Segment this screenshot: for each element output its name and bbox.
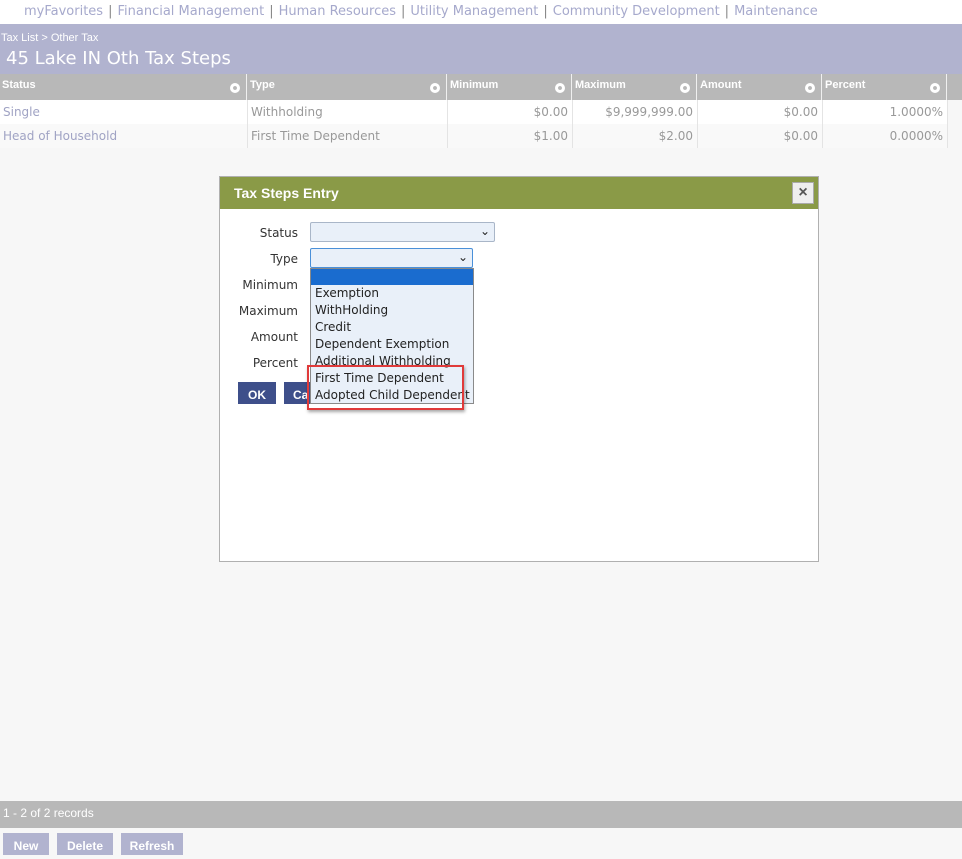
grid-header: Status Type Minimum Maximum Amount Perce… xyxy=(0,74,962,100)
type-select[interactable]: ⌄ xyxy=(310,248,473,268)
dropdown-option[interactable]: Exemption xyxy=(311,285,473,302)
cell-amount: $0.00 xyxy=(698,100,823,124)
highlight-box xyxy=(307,365,464,410)
column-header-amount[interactable]: Amount xyxy=(698,74,822,100)
nav-community-development[interactable]: Community Development xyxy=(553,4,720,19)
column-header-label: Percent xyxy=(825,79,866,91)
dropdown-option[interactable]: WithHolding xyxy=(311,302,473,319)
status-label: Status xyxy=(259,226,298,240)
percent-label: Percent xyxy=(252,356,298,370)
cell-status: Single xyxy=(0,100,248,124)
gear-icon[interactable] xyxy=(680,83,690,93)
column-header-percent[interactable]: Percent xyxy=(823,74,947,100)
nav-maintenance[interactable]: Maintenance xyxy=(734,4,818,19)
amount-label: Amount xyxy=(250,330,298,344)
gear-icon[interactable] xyxy=(555,83,565,93)
dialog-title: Tax Steps Entry xyxy=(234,185,339,201)
column-header-label: Amount xyxy=(700,79,742,91)
nav-myfavorites[interactable]: myFavorites xyxy=(24,4,103,19)
cell-amount: $0.00 xyxy=(698,124,823,148)
close-icon[interactable]: × xyxy=(792,182,814,204)
cell-status: Head of Household xyxy=(0,124,248,148)
top-navigation: myFavorites | Financial Management | Human R… xyxy=(0,0,962,24)
table-row[interactable]: Single Withholding $0.00 $9,999,999.00 $… xyxy=(0,100,948,124)
column-header-label: Status xyxy=(2,79,36,91)
page-title: 45 Lake IN Oth Tax Steps xyxy=(6,48,231,69)
cell-percent: 1.0000% xyxy=(823,100,948,124)
gear-icon[interactable] xyxy=(230,83,240,93)
column-header-label: Maximum xyxy=(575,79,626,91)
dropdown-option[interactable]: Dependent Exemption xyxy=(311,336,473,353)
nav-separator: | xyxy=(108,4,113,19)
chevron-down-icon: ⌄ xyxy=(457,250,468,264)
status-select[interactable]: ⌄ xyxy=(310,222,495,242)
breadcrumb[interactable]: Tax List > Other Tax xyxy=(1,32,98,44)
cell-type: Withholding xyxy=(248,100,448,124)
ok-button[interactable]: OK xyxy=(238,382,276,404)
column-header-label: Type xyxy=(250,79,275,91)
cell-percent: 0.0000% xyxy=(823,124,948,148)
cell-maximum: $2.00 xyxy=(573,124,698,148)
cell-type: First Time Dependent xyxy=(248,124,448,148)
nav-separator: | xyxy=(269,4,274,19)
nav-separator: | xyxy=(724,4,730,19)
dropdown-option[interactable]: Credit xyxy=(311,319,473,336)
cell-minimum: $1.00 xyxy=(448,124,573,148)
column-header-label: Minimum xyxy=(450,79,499,91)
nav-separator: | xyxy=(543,4,548,19)
record-count: 1 - 2 of 2 records xyxy=(3,806,94,820)
dialog-header: Tax Steps Entry × xyxy=(220,177,818,209)
minimum-label: Minimum xyxy=(242,278,298,292)
type-label: Type xyxy=(270,252,298,266)
cell-minimum: $0.00 xyxy=(448,100,573,124)
column-header-status[interactable]: Status xyxy=(0,74,247,100)
refresh-button[interactable]: Refresh xyxy=(121,833,183,855)
chevron-down-icon: ⌄ xyxy=(479,224,490,238)
delete-button[interactable]: Delete xyxy=(57,833,113,855)
gear-icon[interactable] xyxy=(930,83,940,93)
column-header-maximum[interactable]: Maximum xyxy=(573,74,697,100)
gear-icon[interactable] xyxy=(805,83,815,93)
new-button[interactable]: New xyxy=(3,833,49,855)
dropdown-option-blank[interactable] xyxy=(311,269,473,285)
maximum-label: Maximum xyxy=(238,304,298,318)
gear-icon[interactable] xyxy=(430,83,440,93)
column-header-minimum[interactable]: Minimum xyxy=(448,74,572,100)
cell-maximum: $9,999,999.00 xyxy=(573,100,698,124)
nav-financial-management[interactable]: Financial Management xyxy=(117,4,264,19)
page-header: Tax List > Other Tax 45 Lake IN Oth Tax … xyxy=(0,24,962,74)
record-count-bar: 1 - 2 of 2 records xyxy=(0,801,962,828)
nav-separator: | xyxy=(400,4,406,19)
table-row[interactable]: Head of Household First Time Dependent $… xyxy=(0,124,948,148)
nav-utility-management[interactable]: Utility Management xyxy=(410,4,538,19)
nav-human-resources[interactable]: Human Resources xyxy=(279,4,396,19)
column-header-type[interactable]: Type xyxy=(248,74,447,100)
